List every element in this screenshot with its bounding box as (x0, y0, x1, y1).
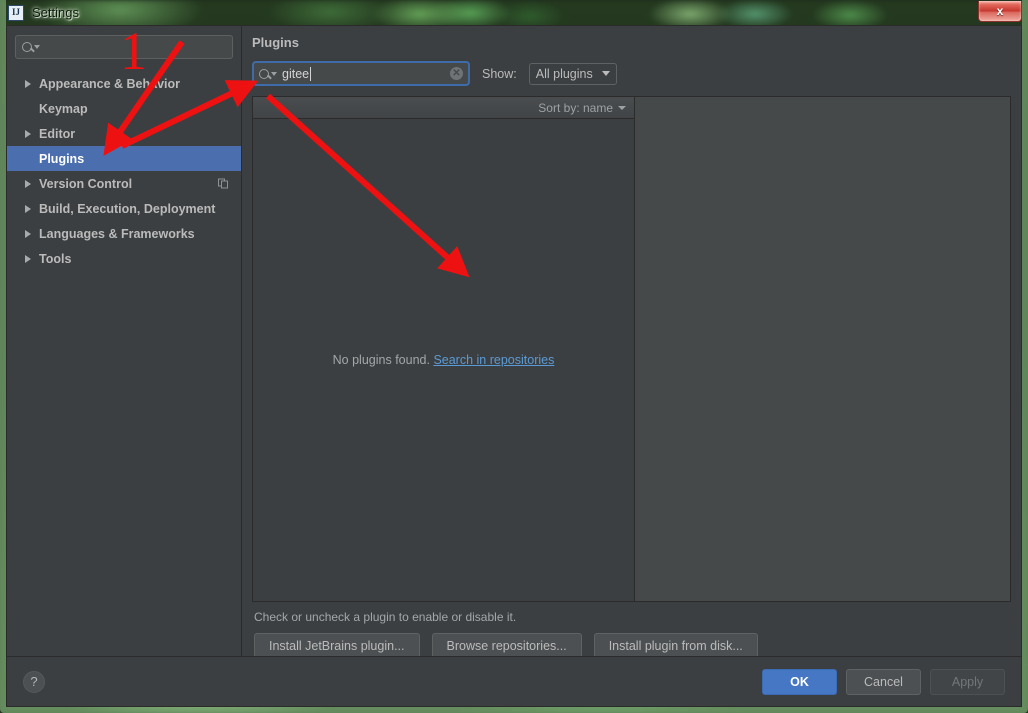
sidebar-item-label: Editor (39, 126, 76, 141)
plugin-search-value: gitee (282, 66, 310, 81)
sidebar-item-editor[interactable]: Editor (7, 121, 241, 146)
chevron-down-icon (34, 45, 40, 49)
page-title: Plugins (252, 35, 299, 50)
chevron-down-icon (601, 71, 610, 76)
no-plugins-text: No plugins found. (332, 353, 430, 367)
show-filter-dropdown[interactable]: All plugins (528, 62, 617, 85)
sidebar-item-languages-frameworks[interactable]: Languages & Frameworks (7, 221, 241, 246)
no-plugins-message: No plugins found. Search in repositories (333, 353, 555, 367)
plugin-list-pane: Sort by: name No plugins found. Search i… (253, 97, 635, 601)
sidebar-item-version-control[interactable]: Version Control (7, 171, 241, 196)
install-plugin-from-disk-button[interactable]: Install plugin from disk... (593, 633, 758, 658)
ok-button[interactable]: OK (762, 668, 837, 695)
settings-sidebar: Appearance & Behavior Keymap Editor Plug… (7, 26, 242, 658)
plugin-search-field[interactable]: gitee ✕ (252, 61, 470, 86)
settings-search-field[interactable] (15, 35, 233, 59)
sidebar-item-build-execution-deployment[interactable]: Build, Execution, Deployment (7, 196, 241, 221)
show-filter-label: Show: (482, 66, 517, 81)
sort-by-label: Sort by: name (538, 100, 613, 115)
sidebar-item-appearance-behavior[interactable]: Appearance & Behavior (7, 71, 241, 96)
search-in-repositories-link[interactable]: Search in repositories (433, 353, 554, 367)
show-filter-value: All plugins (535, 66, 593, 81)
plugins-filter-row: gitee ✕ Show: All plugins (252, 61, 1011, 86)
plugins-hint-text: Check or uncheck a plugin to enable or d… (254, 610, 517, 624)
close-icon: x (996, 4, 1004, 18)
text-cursor (310, 66, 312, 81)
chevron-right-icon (25, 179, 31, 188)
plugins-action-buttons: Install JetBrains plugin... Browse repos… (254, 633, 1011, 658)
chevron-right-icon (25, 129, 31, 138)
search-icon (22, 42, 32, 52)
chevron-down-icon (271, 71, 277, 76)
footer-buttons: OK Cancel Apply (762, 668, 1005, 695)
install-jetbrains-plugin-button[interactable]: Install JetBrains plugin... (254, 633, 420, 658)
plugin-detail-pane (635, 97, 1010, 601)
cancel-button[interactable]: Cancel (846, 668, 921, 695)
dialog-main-area: Appearance & Behavior Keymap Editor Plug… (7, 26, 1021, 658)
sidebar-item-label: Build, Execution, Deployment (39, 201, 216, 216)
chevron-right-icon (25, 229, 31, 238)
sidebar-item-label: Languages & Frameworks (39, 226, 195, 241)
plugin-search-value-wrapper: gitee (282, 66, 450, 81)
sidebar-item-label: Keymap (39, 101, 88, 116)
chevron-right-icon (25, 204, 31, 213)
apply-button: Apply (930, 668, 1005, 695)
copy-layers-icon (218, 178, 229, 189)
clear-search-icon[interactable]: ✕ (450, 67, 463, 80)
sidebar-item-label: Version Control (39, 176, 133, 191)
sidebar-item-plugins[interactable]: Plugins (7, 146, 241, 171)
sidebar-item-label: Tools (39, 251, 72, 266)
search-input[interactable] (45, 40, 226, 54)
dialog-footer: ? OK Cancel Apply (7, 656, 1021, 706)
window-title: Settings (32, 5, 79, 20)
sort-by-header[interactable]: Sort by: name (253, 97, 634, 119)
sidebar-item-label: Plugins (39, 151, 85, 166)
settings-category-tree: Appearance & Behavior Keymap Editor Plug… (7, 71, 241, 658)
search-icon (259, 68, 269, 79)
chevron-down-icon (618, 105, 626, 110)
settings-dialog: Appearance & Behavior Keymap Editor Plug… (6, 25, 1022, 707)
chevron-right-icon (25, 254, 31, 263)
close-button[interactable]: x (978, 1, 1022, 22)
window-titlebar: IJ Settings x (0, 0, 1028, 25)
plugins-panel: Plugins gitee ✕ Show: All plugins Sort b… (242, 26, 1021, 658)
chevron-right-icon (25, 79, 31, 88)
help-button[interactable]: ? (23, 670, 45, 693)
plugins-split-panes: Sort by: name No plugins found. Search i… (252, 96, 1011, 602)
browse-repositories-button[interactable]: Browse repositories... (431, 633, 582, 658)
sidebar-item-label: Appearance & Behavior (39, 76, 181, 91)
plugin-list-body: No plugins found. Search in repositories (253, 119, 634, 601)
intellij-idea-icon: IJ (8, 4, 24, 21)
sidebar-item-keymap[interactable]: Keymap (7, 96, 241, 121)
sidebar-item-tools[interactable]: Tools (7, 246, 241, 271)
